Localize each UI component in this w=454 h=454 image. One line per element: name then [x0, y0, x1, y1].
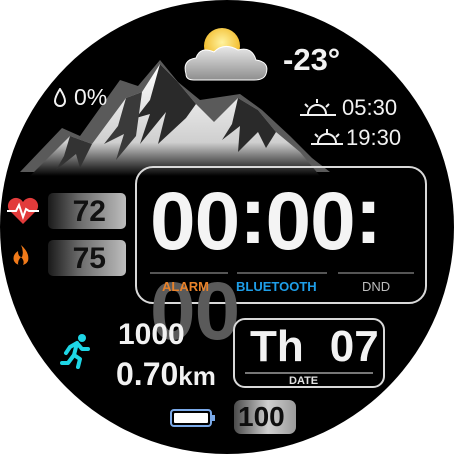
distance-number: 0.70 — [116, 356, 179, 392]
dnd-status[interactable]: DND — [362, 279, 390, 294]
time-minutes: 00 — [265, 176, 356, 267]
heart-rate-box[interactable]: 72 — [48, 193, 126, 229]
alarm-indicator-line — [150, 272, 228, 274]
battery-box[interactable]: 100 — [234, 400, 296, 434]
flame-icon — [13, 245, 29, 266]
distance-unit: km — [178, 361, 216, 391]
time-hours: 00 — [150, 176, 240, 267]
runner-icon — [60, 334, 90, 369]
sunrise-icon — [300, 99, 336, 116]
bluetooth-indicator-line — [237, 272, 327, 274]
heart-icon — [7, 197, 39, 224]
steps-value: 1000 — [118, 318, 185, 351]
date-day: 07 — [329, 322, 379, 371]
date-divider — [245, 372, 373, 374]
time-colon-2: : — [354, 170, 382, 261]
sunrise-time: 05:30 — [342, 95, 398, 120]
watch-face: -23° 0% 05:30 19:30 72 75 00:00:00 ALARM… — [0, 0, 454, 454]
alarm-status[interactable]: ALARM — [162, 279, 209, 294]
calories-box[interactable]: 75 — [48, 240, 126, 276]
humidity-value: 0% — [74, 84, 108, 110]
partly-cloudy-icon — [184, 28, 268, 81]
sunset-time: 19:30 — [346, 125, 402, 150]
heart-rate-value: 72 — [72, 195, 106, 228]
sunset-icon — [311, 129, 343, 145]
bluetooth-status[interactable]: BLUETOOTH — [236, 279, 317, 294]
battery-value: 100 — [238, 401, 285, 432]
distance-value: 0.70km — [116, 356, 216, 393]
water-drop-icon — [53, 88, 67, 107]
date-label: DATE — [289, 375, 319, 387]
date-display: Th 07 — [250, 322, 379, 372]
battery-icon — [170, 409, 215, 427]
temperature-value: -23° — [283, 42, 341, 77]
time-colon-1: : — [239, 170, 266, 261]
dnd-indicator-line — [338, 272, 414, 274]
date-weekday: Th — [250, 322, 304, 371]
calories-value: 75 — [72, 242, 106, 275]
